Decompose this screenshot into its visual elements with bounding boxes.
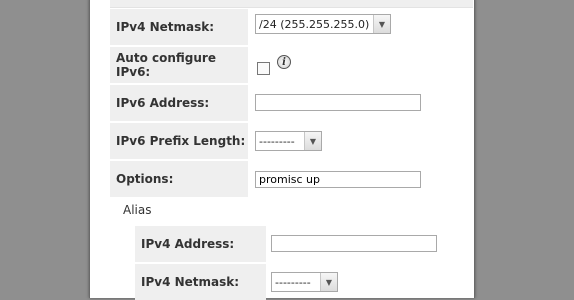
alias-ipv4-netmask-select[interactable]: --------- ▼ [271, 272, 338, 292]
previous-row [110, 0, 473, 8]
ipv6-prefix-length-label-text: IPv6 Prefix Length: [116, 134, 246, 148]
ipv6-address-label: IPv6 Address: [110, 85, 248, 121]
alias-ipv4-netmask-label: IPv4 Netmask: [135, 264, 266, 300]
alias-ipv4-address-input[interactable] [271, 235, 437, 252]
options-input[interactable] [255, 171, 421, 188]
alias-heading: Alias [123, 203, 152, 217]
ipv6-prefix-length-selected-value: --------- [259, 134, 295, 148]
alias-ipv4-netmask-label-text: IPv4 Netmask: [141, 275, 240, 289]
ipv6-address-input[interactable] [255, 94, 421, 111]
ipv4-netmask-label-text: IPv4 Netmask: [116, 20, 215, 34]
interface-edit-dialog: IPv4 Netmask: /24 (255.255.255.0) ▼ Auto… [89, 0, 475, 300]
alias-ipv4-netmask-selected-value: --------- [275, 275, 311, 289]
chevron-down-icon: ▼ [373, 15, 390, 33]
options-label-text: Options: [116, 172, 174, 186]
ipv6-prefix-length-select[interactable]: --------- ▼ [255, 131, 322, 151]
alias-ipv4-address-label-text: IPv4 Address: [141, 237, 235, 251]
auto-configure-ipv6-label: Auto configure IPv6: [110, 47, 248, 83]
alias-ipv4-address-label: IPv4 Address: [135, 226, 266, 262]
auto-configure-ipv6-label-text: Auto configure IPv6: [116, 51, 216, 79]
chevron-down-icon: ▼ [320, 273, 337, 291]
auto-configure-ipv6-checkbox[interactable] [257, 62, 270, 75]
ipv4-netmask-selected-value: /24 (255.255.255.0) [259, 17, 370, 31]
ipv6-prefix-length-label: IPv6 Prefix Length: [110, 123, 248, 159]
ipv4-netmask-select[interactable]: /24 (255.255.255.0) ▼ [255, 14, 391, 34]
info-icon[interactable]: i [277, 55, 291, 69]
ipv4-netmask-label: IPv4 Netmask: [110, 9, 248, 45]
chevron-down-icon: ▼ [304, 132, 321, 150]
ipv6-address-label-text: IPv6 Address: [116, 96, 210, 110]
options-label: Options: [110, 161, 248, 197]
